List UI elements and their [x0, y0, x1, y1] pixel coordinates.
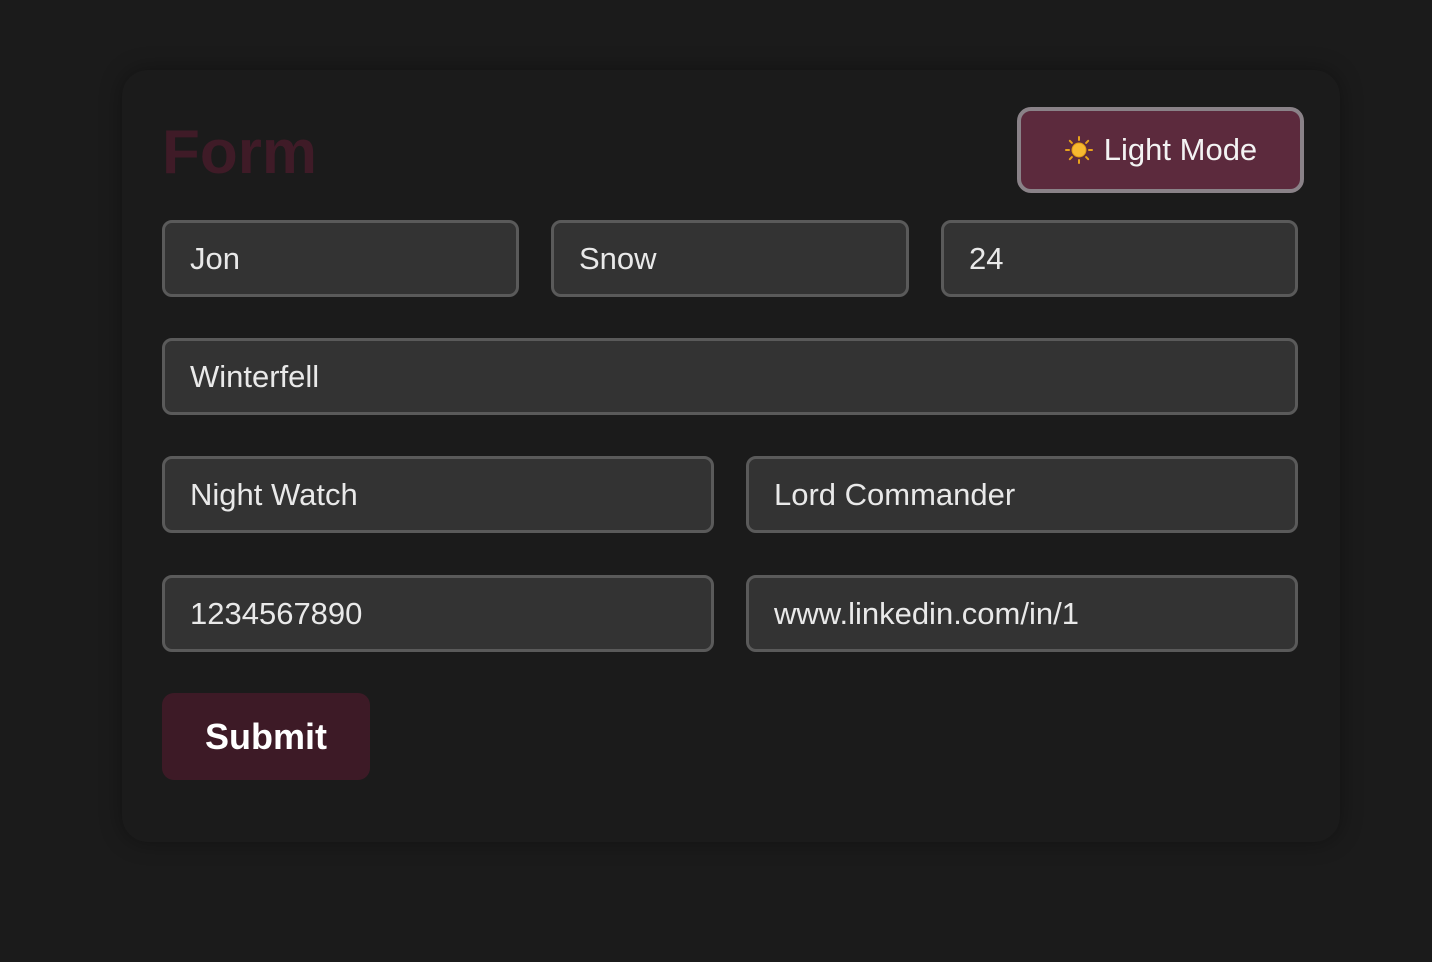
age-input[interactable] [941, 220, 1298, 297]
light-mode-label: Light Mode [1103, 132, 1258, 167]
role-input[interactable] [746, 456, 1298, 533]
light-mode-toggle-button[interactable]: Light Mode [1017, 107, 1304, 193]
sun-icon [1064, 136, 1093, 164]
form-title: Form [162, 118, 317, 187]
organization-input[interactable] [162, 456, 714, 533]
submit-button[interactable]: Submit [162, 693, 370, 780]
linkedin-input[interactable] [746, 575, 1298, 652]
city-input[interactable] [162, 338, 1298, 415]
first-name-input[interactable] [162, 220, 519, 297]
last-name-input[interactable] [551, 220, 909, 297]
phone-input[interactable] [162, 575, 714, 652]
